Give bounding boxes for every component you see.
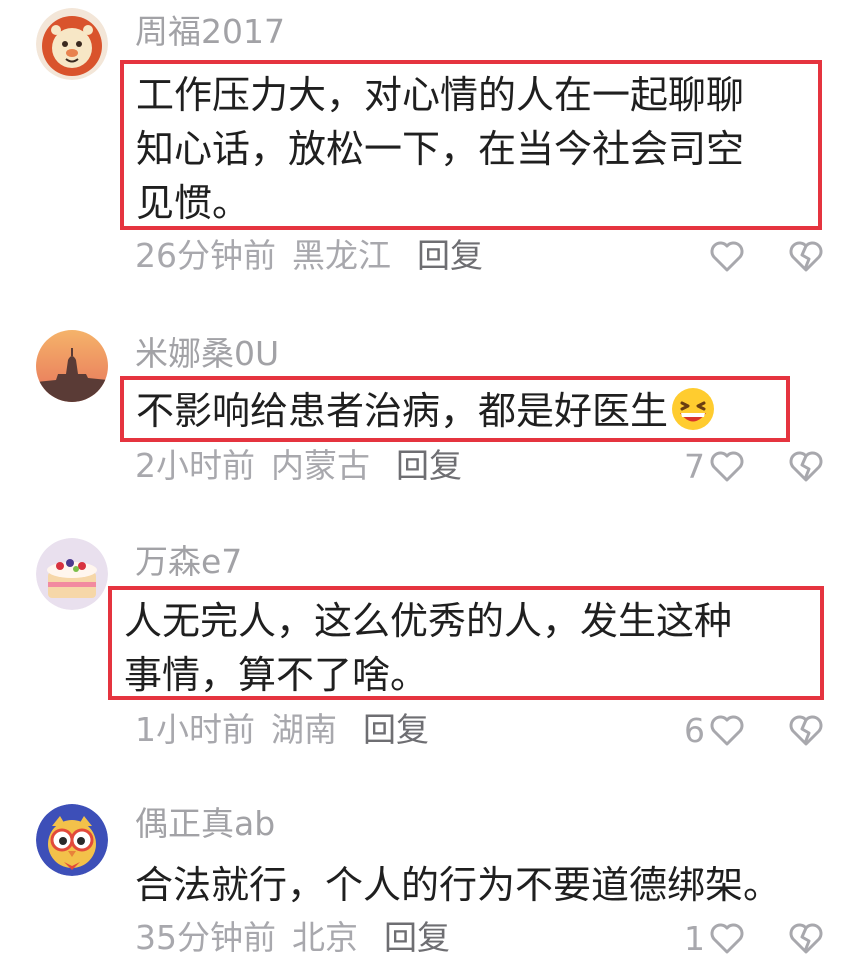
reply-button[interactable]: 回复 [363, 710, 429, 749]
comment-text: 人无完人，这么优秀的人，发生这种 事情，算不了啥。 [108, 586, 824, 700]
broken-heart-icon [786, 446, 826, 486]
broken-heart-icon [786, 236, 826, 276]
comment-text: 不影响给患者治病，都是好医生 [120, 376, 790, 442]
comment-list: 周福2017 工作压力大，对心情的人在一起聊聊 知心话，放松一下，在当今社会司空… [0, 0, 865, 979]
like-count: 7 [684, 446, 705, 486]
like-count: 1 [684, 918, 705, 958]
dislike-button[interactable] [784, 708, 828, 752]
lion-avatar-icon[interactable] [36, 8, 108, 80]
heart-outline-icon [707, 236, 747, 276]
comment-username[interactable]: 米娜桑0U [135, 334, 279, 374]
cake-avatar-icon[interactable] [36, 538, 108, 610]
comment-username[interactable]: 偶正真ab [135, 804, 275, 844]
broken-heart-icon [786, 918, 826, 958]
comment-region: 北京 [292, 918, 358, 957]
heart-outline-icon [707, 446, 747, 486]
dislike-button[interactable] [784, 444, 828, 488]
comment-time: 1小时前 [135, 710, 255, 749]
like-button[interactable] [705, 234, 747, 278]
comment-time: 2小时前 [135, 446, 255, 485]
comment-region: 湖南 [271, 710, 337, 749]
comment-region: 黑龙江 [292, 236, 391, 275]
dislike-button[interactable] [784, 234, 828, 278]
like-button[interactable]: 6 [684, 708, 747, 752]
comment-text: 工作压力大，对心情的人在一起聊聊 知心话，放松一下，在当今社会司空 见惯。 [120, 60, 822, 230]
comment-text-body: 不影响给患者治病，都是好医生 [136, 389, 669, 433]
heart-outline-icon [707, 710, 747, 750]
comment-meta: 35分钟前 北京 回复 [135, 918, 450, 958]
comment-text: 合法就行，个人的行为不要道德绑架。 [135, 863, 782, 907]
reply-button[interactable]: 回复 [396, 446, 462, 485]
reply-button[interactable]: 回复 [384, 918, 450, 957]
like-count: 6 [684, 710, 705, 750]
like-button[interactable]: 7 [684, 444, 747, 488]
comment-username[interactable]: 万森e7 [135, 542, 242, 582]
comment-username[interactable]: 周福2017 [135, 12, 285, 52]
cathedral-sunset-avatar-icon[interactable] [36, 330, 108, 402]
heart-outline-icon [707, 918, 747, 958]
comment-meta: 1小时前 湖南 回复 [135, 710, 429, 750]
broken-heart-icon [786, 710, 826, 750]
comment-region: 内蒙古 [271, 446, 370, 485]
comment-time: 26分钟前 [135, 236, 276, 275]
comment-time: 35分钟前 [135, 918, 276, 957]
like-button[interactable]: 1 [684, 916, 747, 960]
comment-meta: 2小时前 内蒙古 回复 [135, 446, 462, 486]
grinning-squint-emoji-icon [670, 386, 716, 432]
dislike-button[interactable] [784, 916, 828, 960]
comment-meta: 26分钟前 黑龙江 回复 [135, 236, 483, 276]
reply-button[interactable]: 回复 [417, 236, 483, 275]
owl-avatar-icon[interactable] [36, 804, 108, 876]
